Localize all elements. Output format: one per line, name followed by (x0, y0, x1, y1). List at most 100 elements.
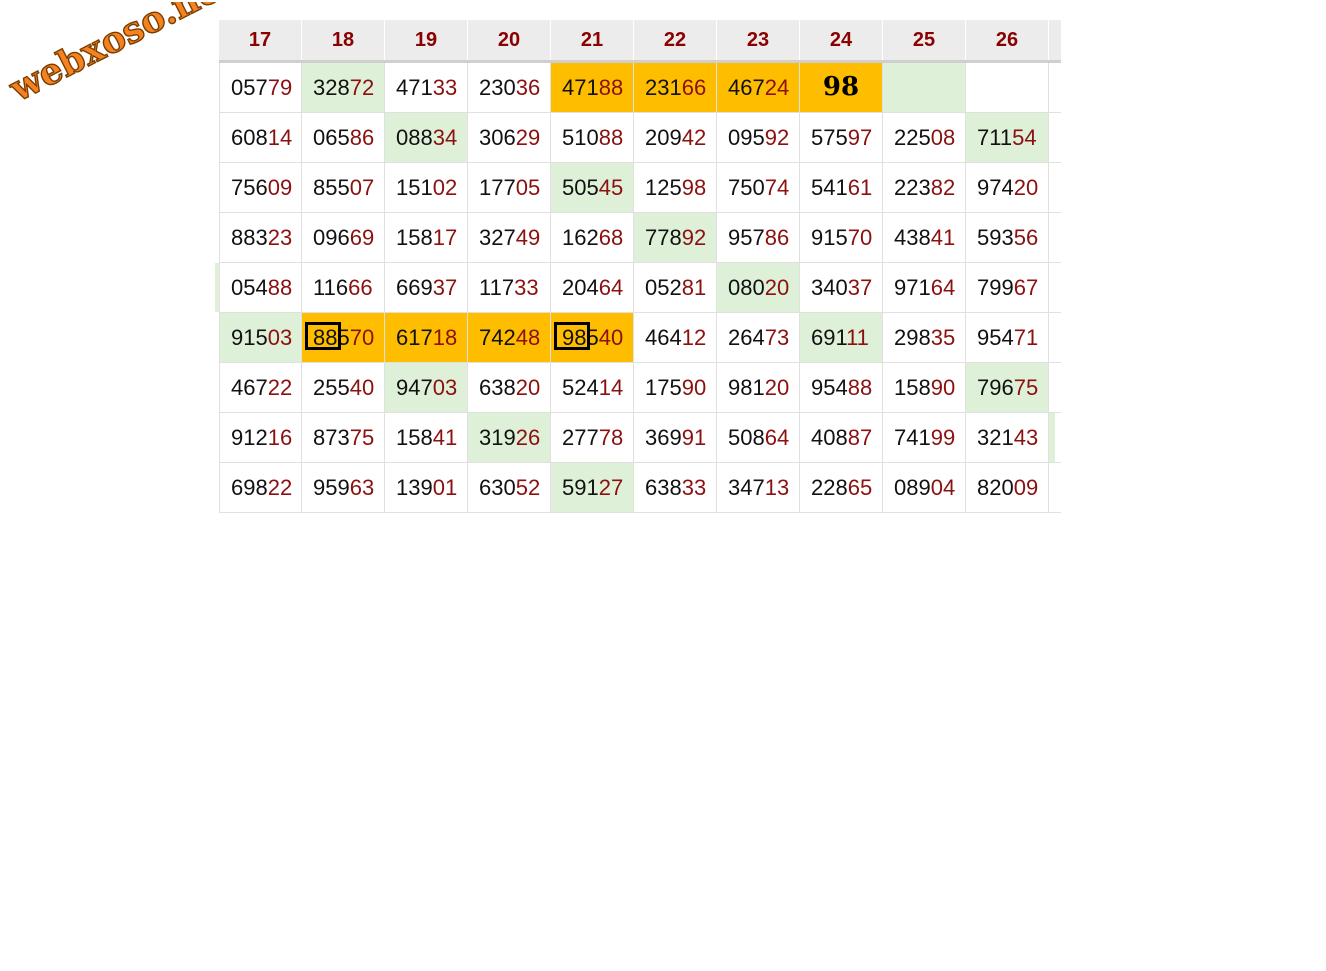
number-tail: 75 (349, 425, 375, 450)
number-tail: 87 (847, 425, 873, 450)
number-head: 711 (977, 125, 1013, 150)
table-row: 46722 25540 94703 63820 52414 17590 98120 95488… (219, 363, 1061, 413)
number-tail: 74 (764, 175, 790, 200)
table-row: 05779 32872 47133 23036 47188 23166 46724 98 (219, 63, 1061, 113)
result-cell: 69111 (800, 313, 883, 362)
number-tail: 97 (847, 125, 873, 150)
number-head: 799 (977, 275, 1014, 300)
result-cell: 74199 (883, 413, 966, 462)
number-tail: 41 (432, 425, 458, 450)
number-head: 158 (894, 375, 931, 400)
table-row: 88323 09669 15817 32749 16268 77892 95786 91570… (219, 213, 1061, 263)
result-cell: 47188 (551, 63, 634, 112)
number-head: 638 (645, 475, 682, 500)
number-head: 691 (811, 325, 847, 350)
number-tail: 90 (681, 375, 707, 400)
webxoso-logo: webxoso.net (1, 0, 242, 112)
result-cell: 54161 (800, 163, 883, 212)
grid-body: 05779 32872 47133 23036 47188 23166 46724 98 608… (215, 63, 1061, 513)
result-cell: 32143 (966, 413, 1049, 462)
number-head: 321 (977, 425, 1014, 450)
number-tail: 71 (1013, 325, 1039, 350)
result-cell: 88323 (219, 213, 302, 262)
number-tail: 23 (267, 225, 293, 250)
number-tail: 56 (1013, 225, 1039, 250)
result-cell: 34037 (800, 263, 883, 312)
number-tail: 03 (432, 375, 458, 400)
number-tail: 64 (764, 425, 790, 450)
number-tail: 03 (267, 325, 293, 350)
result-cell: 08020 (717, 263, 800, 312)
result-cell: 85507 (302, 163, 385, 212)
number-tail: 67 (1013, 275, 1039, 300)
row-tail (1049, 113, 1055, 162)
number-tail: 22 (267, 375, 293, 400)
number-tail: 88 (598, 75, 624, 100)
number-head: 471 (396, 75, 433, 100)
number-head: 750 (728, 175, 765, 200)
result-cell: 95786 (717, 213, 800, 262)
result-cell: 91570 (800, 213, 883, 262)
number-tail: 81 (681, 275, 707, 300)
number-head: 957 (728, 225, 765, 250)
result-cell: 29835 (883, 313, 966, 362)
number-head: 369 (645, 425, 682, 450)
number-head: 638 (479, 375, 516, 400)
number-tail: 24 (764, 75, 790, 100)
number-head: 088 (396, 125, 433, 150)
number-head: 151 (396, 175, 433, 200)
number-head: 162 (562, 225, 599, 250)
number-tail: 70 (847, 225, 873, 250)
number-tail: 92 (764, 125, 790, 150)
result-cell: 63820 (468, 363, 551, 412)
number-head: 912 (231, 425, 268, 450)
result-cell: 98120 (717, 363, 800, 412)
number-head: 741 (894, 425, 931, 450)
number-head: 080 (728, 275, 765, 300)
result-cell: 34713 (717, 463, 800, 512)
results-grid: 17 18 19 20 21 22 23 24 25 26 05779 32872 47133 2303… (215, 20, 1061, 513)
row-tail (1049, 213, 1055, 262)
number-head: 915 (811, 225, 848, 250)
result-cell: 63833 (634, 463, 717, 512)
result-cell: 09669 (302, 213, 385, 262)
number-head: 328 (313, 75, 350, 100)
number-head: 471 (562, 75, 599, 100)
result-cell: 95471 (966, 313, 1049, 362)
number-head: 347 (728, 475, 765, 500)
number-tail: 13 (764, 475, 790, 500)
number-tail: 78 (598, 425, 624, 450)
result-cell: 79967 (966, 263, 1049, 312)
number-head: 117 (479, 275, 515, 300)
number-head: 591 (562, 475, 599, 500)
number-tail: 43 (1013, 425, 1039, 450)
number-tail: 33 (514, 275, 539, 300)
number-tail: 33 (681, 475, 707, 500)
number-tail: 64 (930, 275, 956, 300)
number-tail: 49 (515, 225, 541, 250)
number-tail: 12 (681, 325, 707, 350)
number-tail: 64 (598, 275, 624, 300)
result-cell: 91503 (219, 313, 302, 362)
column-header-17: 17 (219, 20, 302, 60)
result-cell: 26473 (717, 313, 800, 362)
number-head: 981 (728, 375, 765, 400)
number-head: 277 (562, 425, 599, 450)
number-head: 954 (811, 375, 848, 400)
row-tail (1049, 463, 1055, 512)
number-tail: 63 (349, 475, 375, 500)
result-cell: 51088 (551, 113, 634, 162)
number-head: 510 (562, 125, 599, 150)
result-cell: 12598 (634, 163, 717, 212)
number-tail: 01 (432, 475, 458, 500)
number-head: 255 (313, 375, 350, 400)
number-head: 052 (645, 275, 682, 300)
number-tail: 40 (598, 325, 624, 350)
number-head: 974 (977, 175, 1014, 200)
result-cell: 95488 (800, 363, 883, 412)
result-cell: 59127 (551, 463, 634, 512)
result-cell: 31926 (468, 413, 551, 462)
result-cell: 22865 (800, 463, 883, 512)
row-tail (1049, 263, 1055, 312)
number-head: 116 (313, 275, 349, 300)
